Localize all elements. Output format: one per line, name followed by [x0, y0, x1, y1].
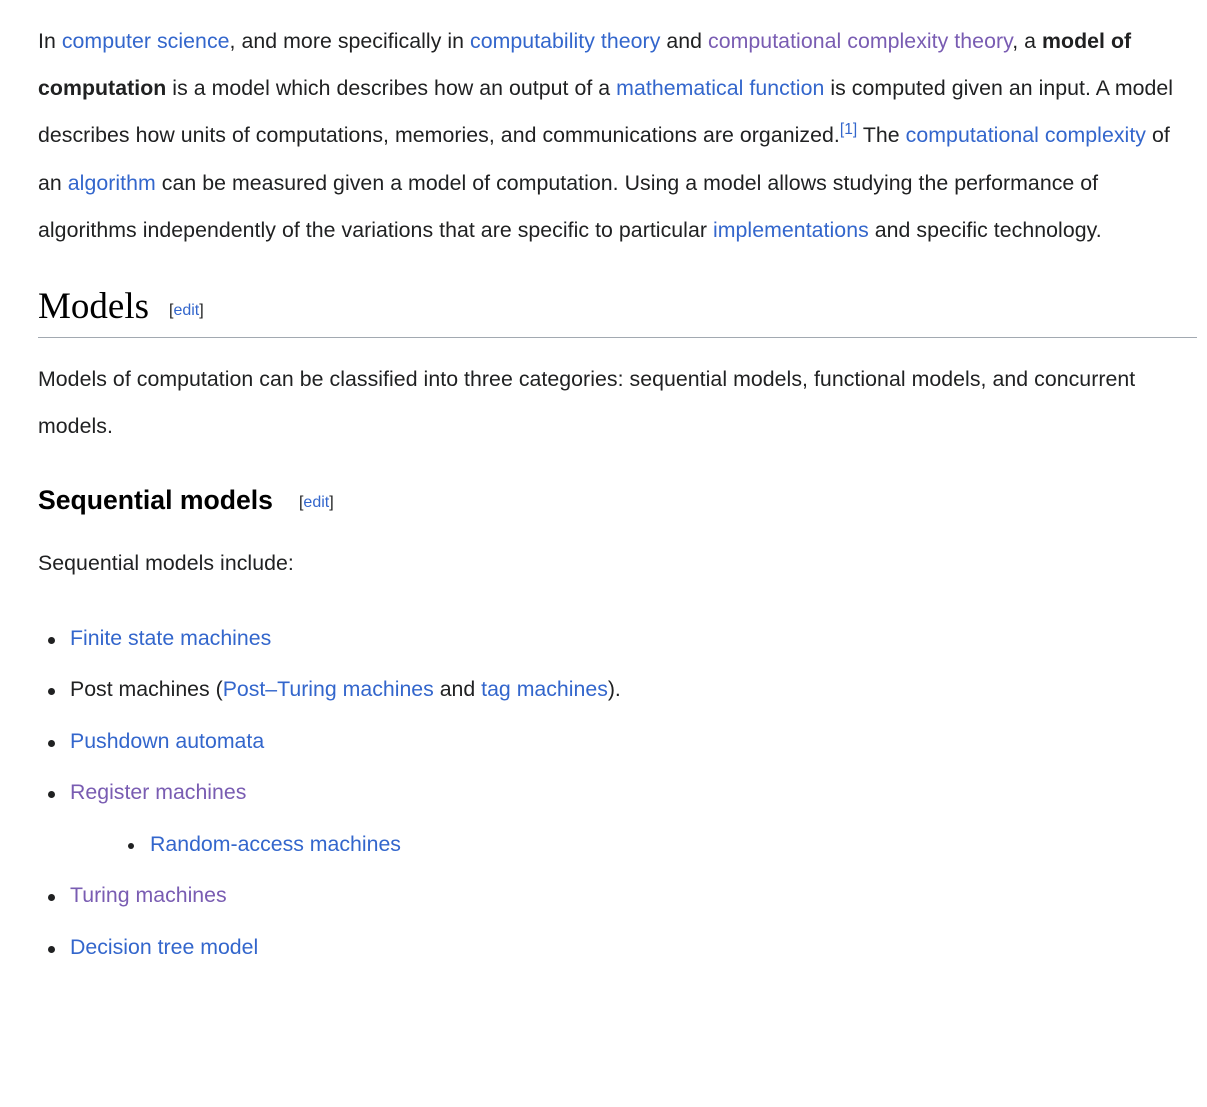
pre-subheading-spacer [38, 450, 1197, 486]
intro-text-segment: , and more specifically in [229, 29, 470, 53]
edit-close-bracket: ] [199, 302, 204, 320]
section-heading-sequential-models: Sequential models [edit] [38, 485, 1197, 516]
intro-text-segment: and specific technology. [868, 217, 1102, 242]
models-paragraph: Models of computation can be classified … [38, 366, 1136, 439]
top-spacer [38, 0, 1197, 18]
link-post-turing-machines[interactable]: Post–Turing machines [223, 677, 434, 701]
reference-link-1[interactable]: [1] [840, 121, 857, 138]
link-mathematical-function[interactable]: mathematical function [616, 76, 824, 100]
list-item-text: ). [607, 677, 621, 702]
list-item: Random-access machines [118, 819, 1197, 871]
register-machines-sublist: Random-access machines [118, 819, 1197, 871]
article-content-body: In computer science, and more specifical… [0, 0, 1207, 973]
link-turing-machines[interactable]: Turing machines [70, 883, 227, 907]
list-item: Finite state machines [38, 613, 1197, 665]
reference-marker-1[interactable]: [1] [840, 121, 857, 138]
list-item: Decision tree model [38, 922, 1197, 974]
intro-paragraph: In computer science, and more specifical… [38, 18, 1197, 254]
link-decision-tree-model[interactable]: Decision tree model [70, 935, 258, 959]
section-heading-models: Models [edit] [38, 286, 1197, 328]
link-algorithm[interactable]: algorithm [68, 171, 156, 195]
list-item-text: and [433, 677, 482, 702]
list-item: Post machines (Post–Turing machines and … [38, 664, 1197, 716]
post-rule-spacer [38, 338, 1197, 356]
intro-text-segment: and [660, 29, 709, 53]
link-finite-state-machines[interactable]: Finite state machines [70, 626, 271, 650]
list-item: Register machines Random-access machines [38, 767, 1197, 870]
link-computability-theory[interactable]: computability theory [470, 29, 660, 53]
wikipedia-article-page: In computer science, and more specifical… [0, 0, 1207, 1107]
edit-section-sequential-models[interactable]: [edit] [299, 494, 334, 512]
pre-list-spacer [38, 587, 1197, 613]
list-item: Turing machines [38, 870, 1197, 922]
sequential-models-list: Finite state machines Post machines (Pos… [38, 613, 1197, 974]
intro-text-segment: , a [1012, 29, 1043, 53]
link-computer-science[interactable]: computer science [62, 29, 230, 53]
list-item: Pushdown automata [38, 716, 1197, 768]
section-heading-models-label: Models [38, 286, 149, 328]
intro-text-segment: In [38, 29, 62, 53]
section-heading-sequential-models-label: Sequential models [38, 485, 273, 516]
post-subheading-spacer [38, 516, 1197, 540]
intro-text-segment: The [857, 123, 906, 148]
edit-close-bracket: ] [329, 494, 334, 512]
edit-section-models[interactable]: [edit] [169, 302, 204, 320]
link-computational-complexity-theory[interactable]: computational complexity theory [708, 29, 1012, 53]
link-computational-complexity[interactable]: computational complexity [906, 123, 1146, 147]
sequential-intro-line: Sequential models include: [38, 550, 294, 575]
link-pushdown-automata[interactable]: Pushdown automata [70, 729, 264, 753]
edit-link-models[interactable]: edit [173, 302, 199, 319]
list-item-text: Post machines ( [70, 677, 223, 702]
link-random-access-machines[interactable]: Random-access machines [150, 832, 401, 856]
edit-link-sequential-models[interactable]: edit [303, 494, 329, 511]
pre-heading-spacer [38, 254, 1197, 288]
link-implementations[interactable]: implementations [713, 218, 869, 242]
link-register-machines[interactable]: Register machines [70, 780, 246, 804]
link-tag-machines[interactable]: tag machines [481, 677, 608, 701]
intro-text-segment: is a model which describes how an output… [166, 76, 617, 101]
